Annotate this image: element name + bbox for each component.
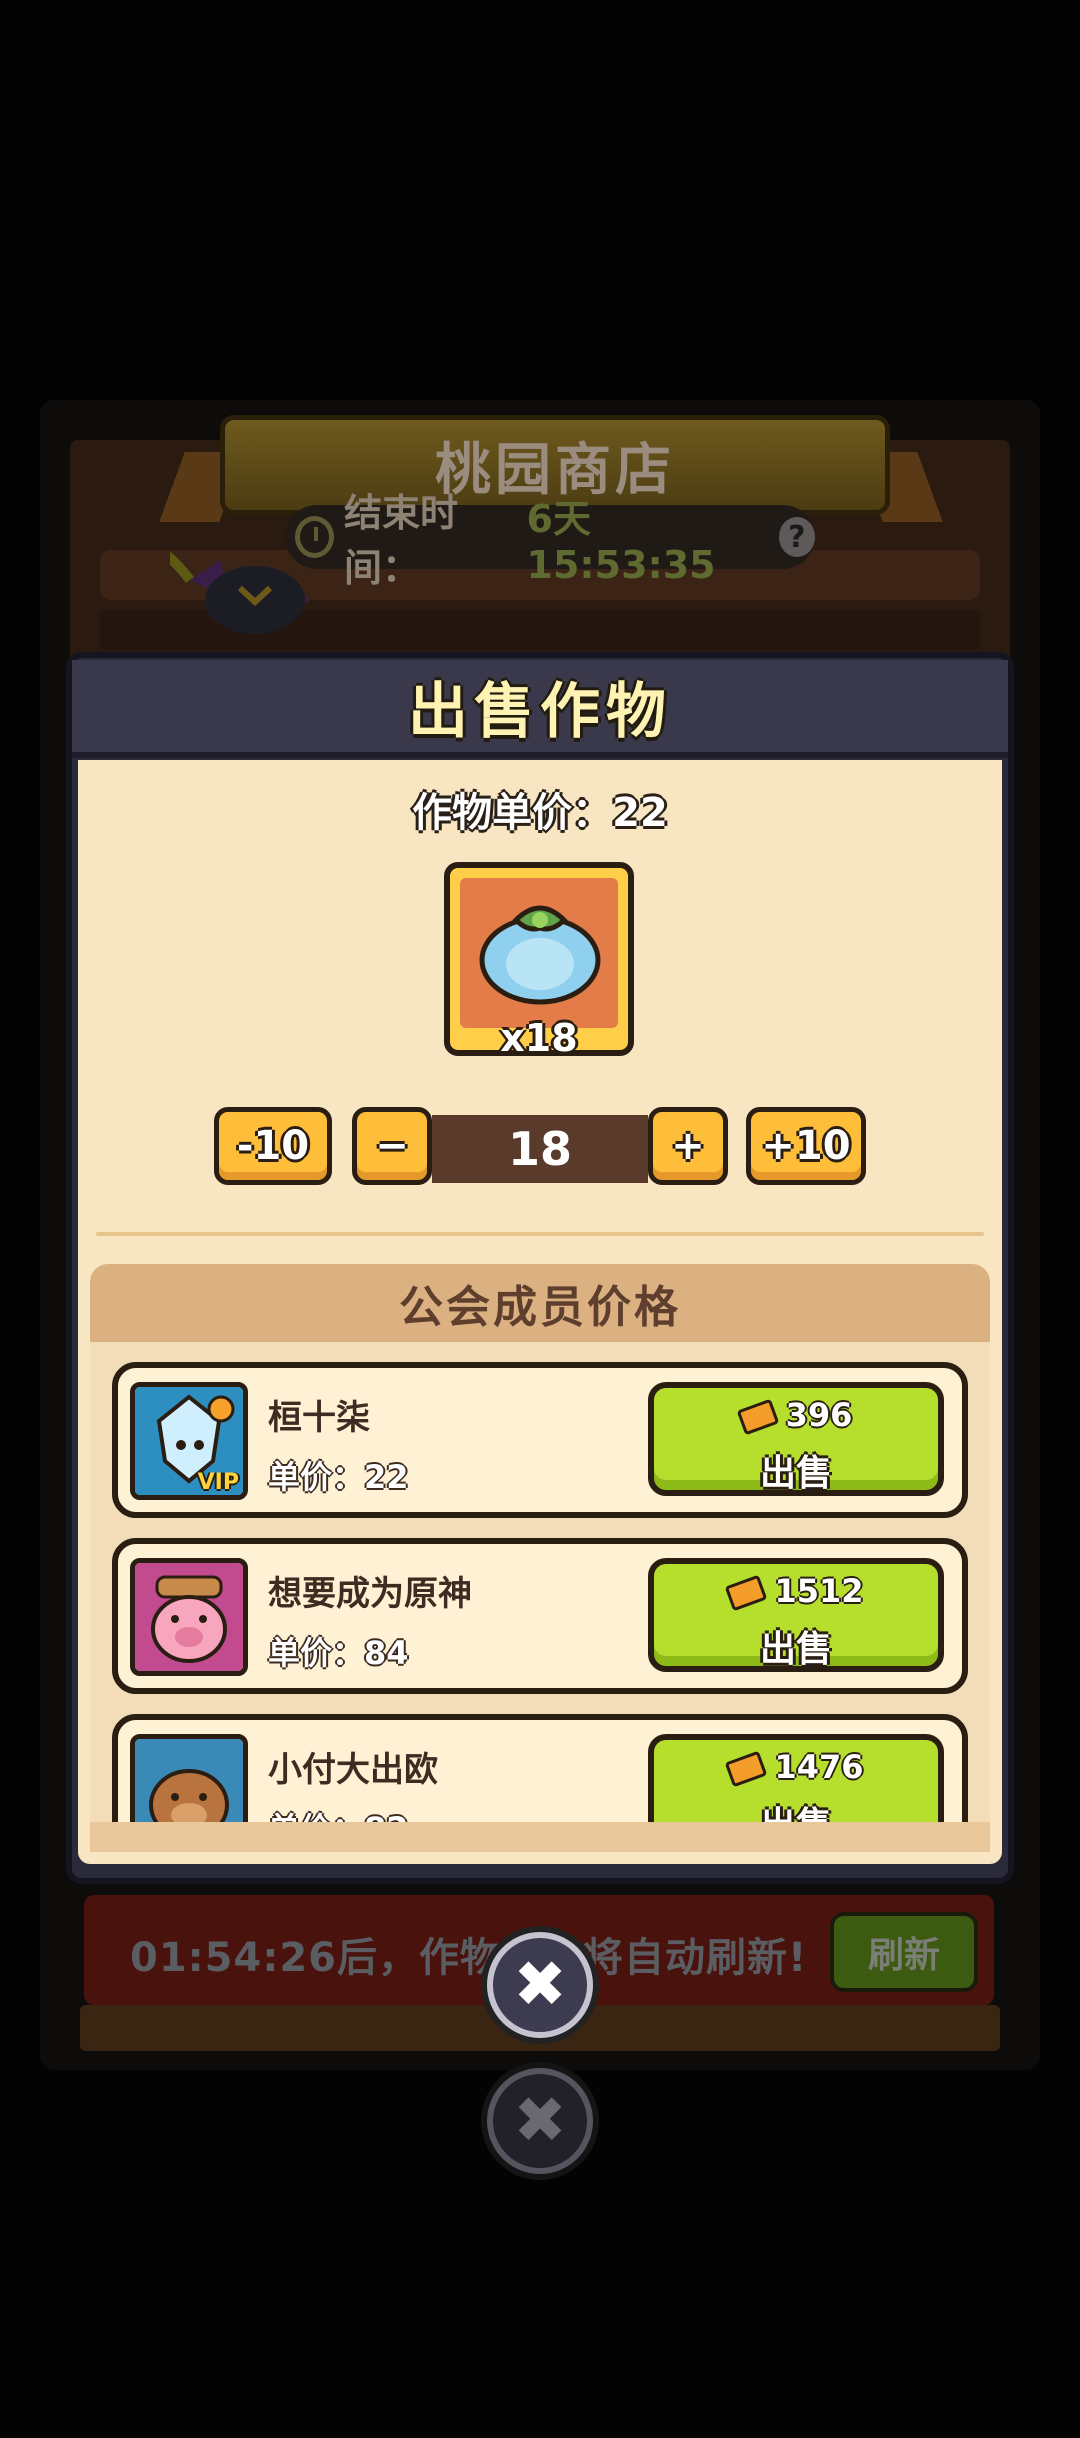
member-unit-price: 单价：82 xyxy=(268,1804,409,1822)
ticket-icon xyxy=(725,1750,768,1788)
close-icon: ✖ xyxy=(513,1948,567,2022)
close-icon: ✖ xyxy=(513,2084,567,2158)
shopkeeper-mascot xyxy=(170,551,310,634)
ticket-icon xyxy=(736,1398,779,1436)
plus-10-button[interactable]: +10 xyxy=(746,1107,866,1185)
close-dialog-button[interactable]: ✖ xyxy=(487,1932,593,2038)
member-avatar xyxy=(130,1734,248,1822)
section-divider xyxy=(96,1232,984,1236)
cabbage-icon xyxy=(479,905,601,1005)
sell-button[interactable]: 396 出售 xyxy=(648,1382,944,1496)
sell-total: 1512 xyxy=(654,1572,938,1612)
shop-timer: 结束时间： 6天 15:53:35 ? xyxy=(285,491,815,590)
dialog-title: 出售作物 xyxy=(408,676,672,747)
ticket-icon xyxy=(725,1574,768,1612)
timer-value: 6天 15:53:35 xyxy=(526,496,716,587)
member-unit-price: 单价：22 xyxy=(268,1458,409,1496)
vip-badge: VIP xyxy=(197,1470,239,1495)
sell-total: 1476 xyxy=(654,1748,938,1788)
increment-button[interactable]: + xyxy=(648,1107,728,1185)
member-avatar: VIP xyxy=(130,1382,248,1500)
guild-member-row: 小付大出欧 单价：82 1476 出售 xyxy=(112,1714,968,1822)
member-name: 小付大出欧 xyxy=(268,1750,438,1790)
guild-price-header: 公会成员价格 xyxy=(90,1264,990,1342)
sell-label: 出售 xyxy=(654,1796,938,1822)
member-unit-price: 单价：84 xyxy=(268,1634,409,1672)
sell-total-value: 1512 xyxy=(774,1572,864,1610)
capybara-character-icon xyxy=(149,1769,229,1822)
member-name: 想要成为原神 xyxy=(268,1574,472,1614)
quantity-field[interactable]: 18 xyxy=(432,1115,648,1183)
close-shop-button[interactable]: ✖ xyxy=(487,2068,593,2174)
decrement-button[interactable]: − xyxy=(352,1107,432,1185)
timer-label: 结束时间： xyxy=(344,491,459,590)
sell-total: 396 xyxy=(654,1396,938,1436)
sell-label: 出售 xyxy=(759,1629,832,1670)
crop-unit-price: 作物单价：22 xyxy=(412,790,668,836)
member-name: 桓十柒 xyxy=(268,1398,370,1438)
sell-label: 出售 xyxy=(759,1453,832,1494)
help-icon[interactable]: ? xyxy=(778,517,815,557)
guild-list-bottom-edge xyxy=(90,1822,990,1852)
dialog-header: 出售作物 xyxy=(72,660,1008,758)
sell-button[interactable]: 1512 出售 xyxy=(648,1558,944,1672)
sell-total-value: 1476 xyxy=(774,1748,864,1786)
guild-member-list[interactable]: VIP 桓十柒 单价：22 396 出售 想要成为原神 单价：84 1512 出… xyxy=(90,1342,990,1822)
crop-quantity-badge: x18 xyxy=(500,1016,578,1060)
sell-button[interactable]: 1476 出售 xyxy=(648,1734,944,1822)
refresh-countdown-text: 01:54:26后，作物价格将自动刷新! xyxy=(130,1935,808,1981)
sell-total-value: 396 xyxy=(785,1396,853,1434)
pig-character-icon xyxy=(151,1575,227,1663)
guild-member-row: VIP 桓十柒 单价：22 396 出售 xyxy=(112,1362,968,1518)
minus-10-button[interactable]: -10 xyxy=(214,1107,332,1185)
member-avatar xyxy=(130,1558,248,1676)
refresh-button[interactable]: 刷新 xyxy=(830,1912,978,1992)
guild-member-row: 想要成为原神 单价：84 1512 出售 xyxy=(112,1538,968,1694)
